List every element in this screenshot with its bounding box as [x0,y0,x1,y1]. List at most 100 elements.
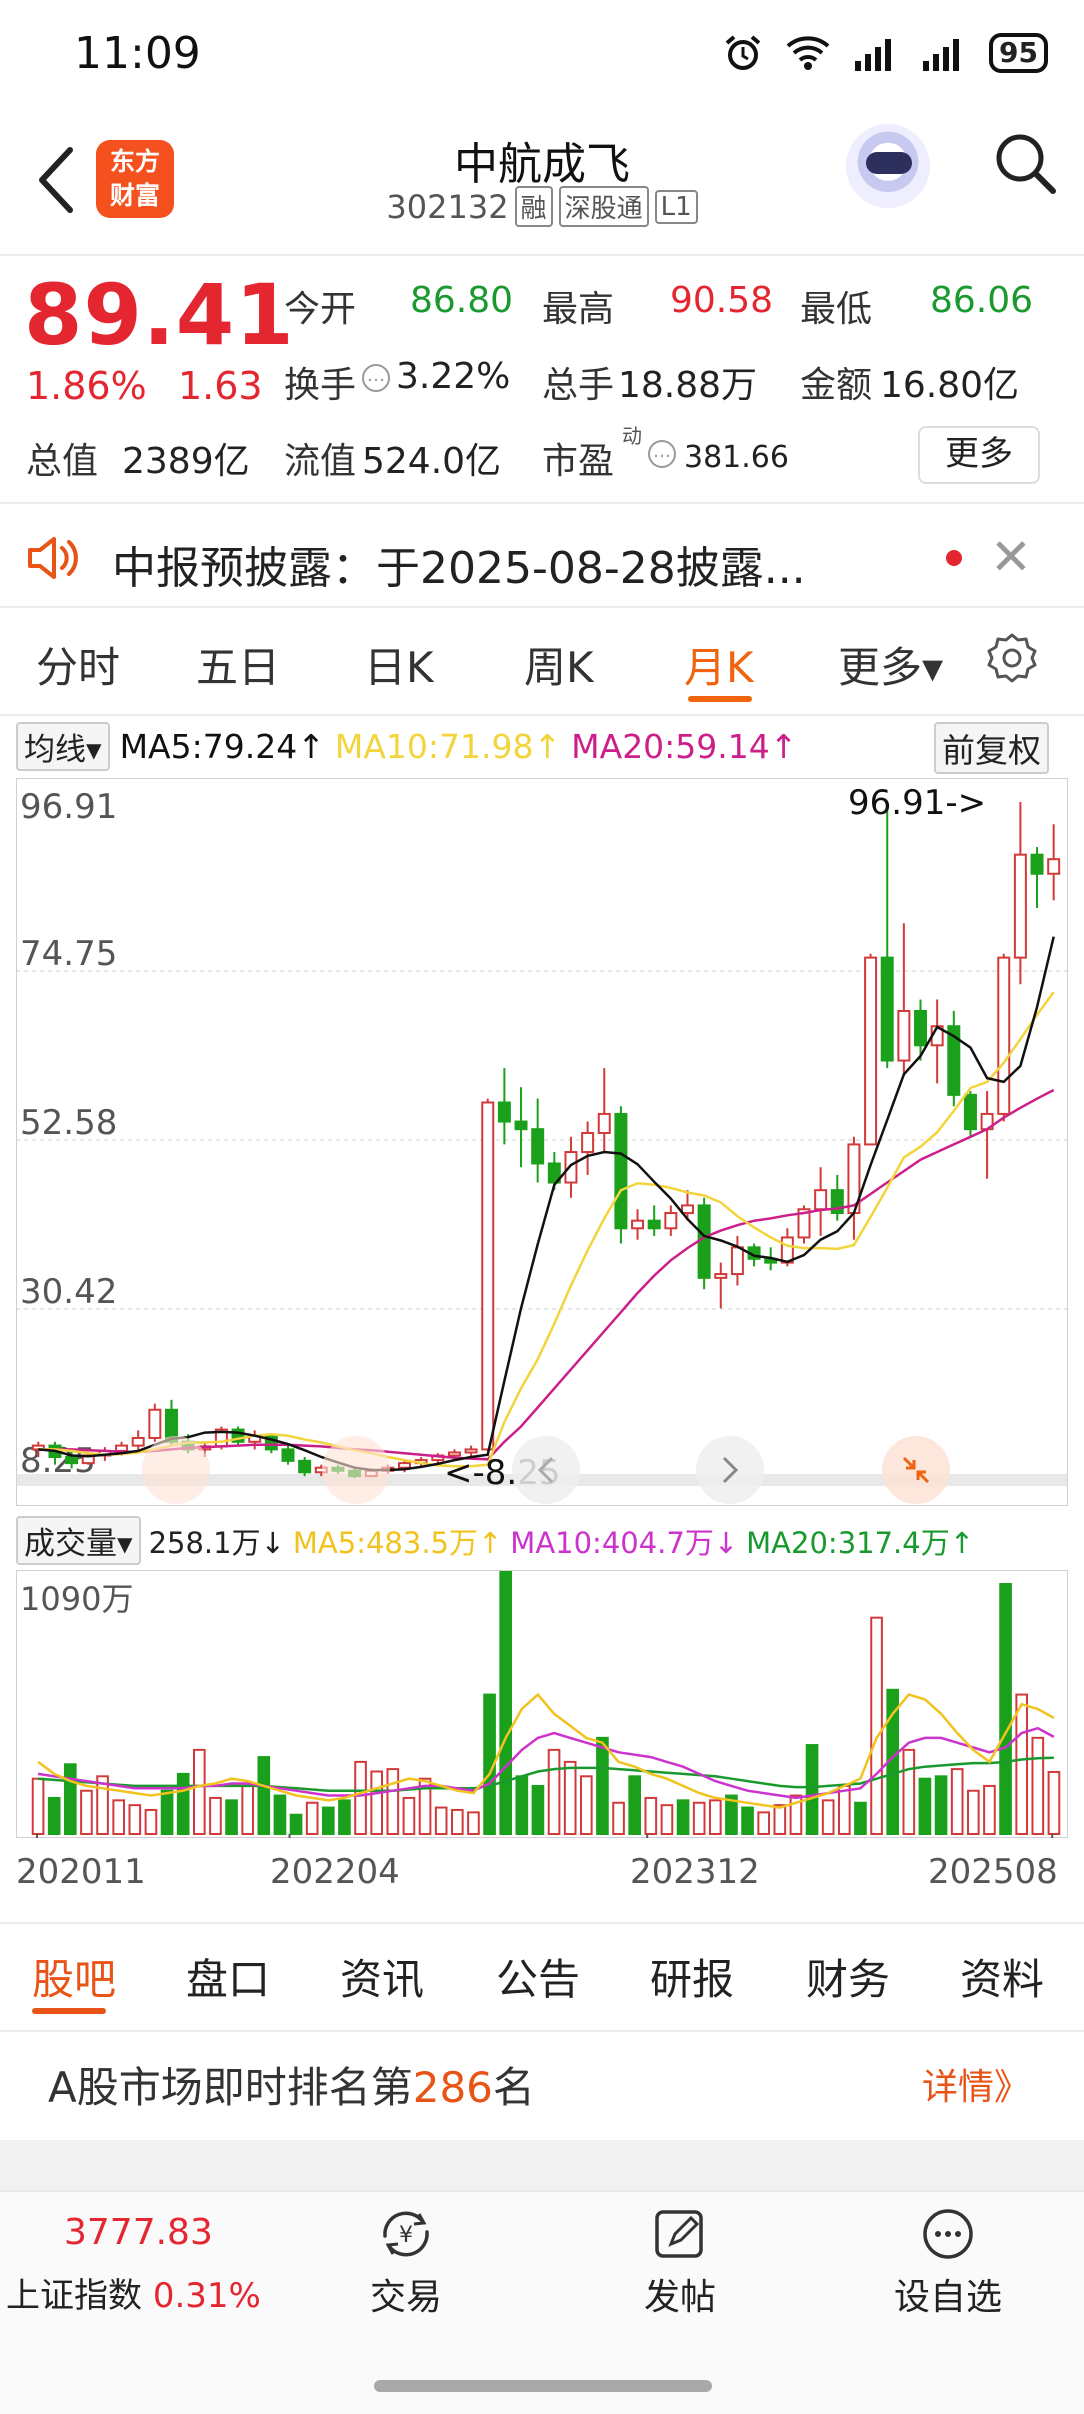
volume-label: 总手 [542,365,615,406]
info-icon[interactable]: … [362,364,390,392]
turnover-value: 3.22% [396,356,511,397]
kline-chart[interactable]: 96.9174.7552.5830.428.2596.91-><-8.25 [16,778,1068,1506]
volume-bar [563,1760,577,1835]
tab-research[interactable]: 研报 [650,1946,734,2007]
candle-body [398,1462,412,1469]
trade-icon: ¥ [383,2211,429,2257]
tab-monthly-k[interactable]: 月K [684,634,754,695]
volume-bar [370,1770,384,1836]
info-icon[interactable]: … [648,440,676,468]
tab-intraday[interactable]: 分时 [36,634,120,695]
candle-body [1030,853,1044,875]
scroll-right-button[interactable] [696,1436,764,1504]
stock-code: 302132 [386,187,509,226]
tab-announcements[interactable]: 公告 [496,1946,580,2007]
tab-finance[interactable]: 财务 [806,1946,890,2007]
candle-body [531,1128,545,1165]
open-label: 今开 [284,289,357,330]
trade-button[interactable]: ¥ 交易 [362,2206,450,2320]
volume-bar [241,1784,255,1835]
volume-bar [192,1748,206,1836]
tab-five-day[interactable]: 五日 [196,634,280,695]
notice-dot [946,550,962,566]
more-button[interactable]: 更多 [918,426,1040,484]
volume-bar [450,1808,464,1835]
volume-bar [225,1799,238,1835]
zoom-in-button [322,1436,390,1504]
candle-body [281,1448,295,1462]
volume-bar [821,1799,835,1835]
add-watchlist-button[interactable]: 设自选 [892,2206,1004,2320]
robot-visor [866,152,912,174]
collapse-button[interactable] [882,1436,950,1504]
divider [0,714,1084,716]
mktcap-label: 总值 [26,441,99,482]
tab-profile[interactable]: 资料 [960,1946,1044,2007]
volume-value: 18.88万 [618,365,758,406]
volume-bar [321,1806,335,1835]
candle-body [581,1131,595,1154]
volume-chart[interactable]: 1090万 [16,1570,1068,1838]
candle-body [680,1204,694,1215]
x-tick-label: 202508 [928,1852,1058,1892]
close-icon[interactable]: ✕ [990,528,1032,586]
volume-legend: 成交量▾ 258.1万↓ MA5:483.5万↑ MA10:404.7万↓ MA… [16,1516,974,1565]
low-label: 最低 [800,289,873,330]
tab-weekly-k[interactable]: 周K [524,634,594,695]
x-tick-label: 202312 [630,1852,760,1892]
tab-orderbook[interactable]: 盘口 [186,1946,270,2007]
tab-news[interactable]: 资讯 [340,1946,424,2007]
ranking-detail-link[interactable]: 详情》 [922,2058,1030,2110]
float-label: 流值 [284,441,357,482]
tab-more[interactable]: 更多▾ [838,634,943,695]
divider [0,502,1084,504]
volume-bar [983,1784,996,1835]
candle-body [148,1408,162,1439]
candle-body [131,1436,145,1447]
stock-code-row: 302132 融 深股通 L1 [0,186,1084,227]
candle-body [298,1459,312,1474]
volume-bar [144,1808,158,1835]
vol-ma20-line [38,1756,1054,1792]
volume-bar [47,1796,61,1836]
ma10-label: MA10:71.98↑ [334,727,562,766]
ma20-line [38,1088,1055,1461]
volume-bar [950,1768,964,1836]
index-value[interactable]: 3777.83 [64,2212,213,2253]
ma-selector[interactable]: 均线▾ [16,722,110,771]
change-amount: 1.63 [178,364,263,408]
button-bg [882,1436,950,1504]
volume-bar [467,1811,480,1836]
tab-guba[interactable]: 股吧 [32,1946,116,2007]
button-bg [512,1436,580,1504]
amount-label: 金额 [800,365,873,406]
x-tick-label: 202011 [16,1852,146,1892]
volume-bar [773,1804,787,1835]
index-name[interactable]: 上证指数 0.31% [6,2268,261,2317]
volume-selector[interactable]: 成交量▾ [16,1516,141,1565]
candle-body [997,956,1011,1115]
volume-bar [128,1804,142,1835]
adjust-button[interactable]: 前复权 [934,722,1049,774]
volume-bar [644,1796,658,1836]
post-button[interactable]: 发帖 [636,2206,724,2320]
search-icon[interactable] [990,128,1060,198]
volume-bar [579,1775,593,1835]
vol-ma20-label: MA20:317.4万↑ [746,1525,975,1560]
candle-body [664,1212,678,1230]
volume-bar [1031,1736,1045,1835]
volume-bar [209,1796,222,1836]
volume-bar [386,1768,400,1836]
volume-bar [999,1583,1012,1835]
scroll-left-button[interactable] [512,1436,580,1504]
candle-body [631,1219,645,1230]
volume-bar [112,1799,126,1835]
candle-body [1047,858,1061,875]
volume-bar [805,1744,819,1836]
tab-daily-k[interactable]: 日K [364,634,434,695]
notice-text[interactable]: 中报预披露：于2025-08-28披露... [112,532,806,596]
y-tick-label: 74.75 [20,934,117,974]
gear-icon[interactable] [986,632,1038,684]
volume-bar [515,1775,529,1835]
high-value: 90.58 [670,280,774,321]
